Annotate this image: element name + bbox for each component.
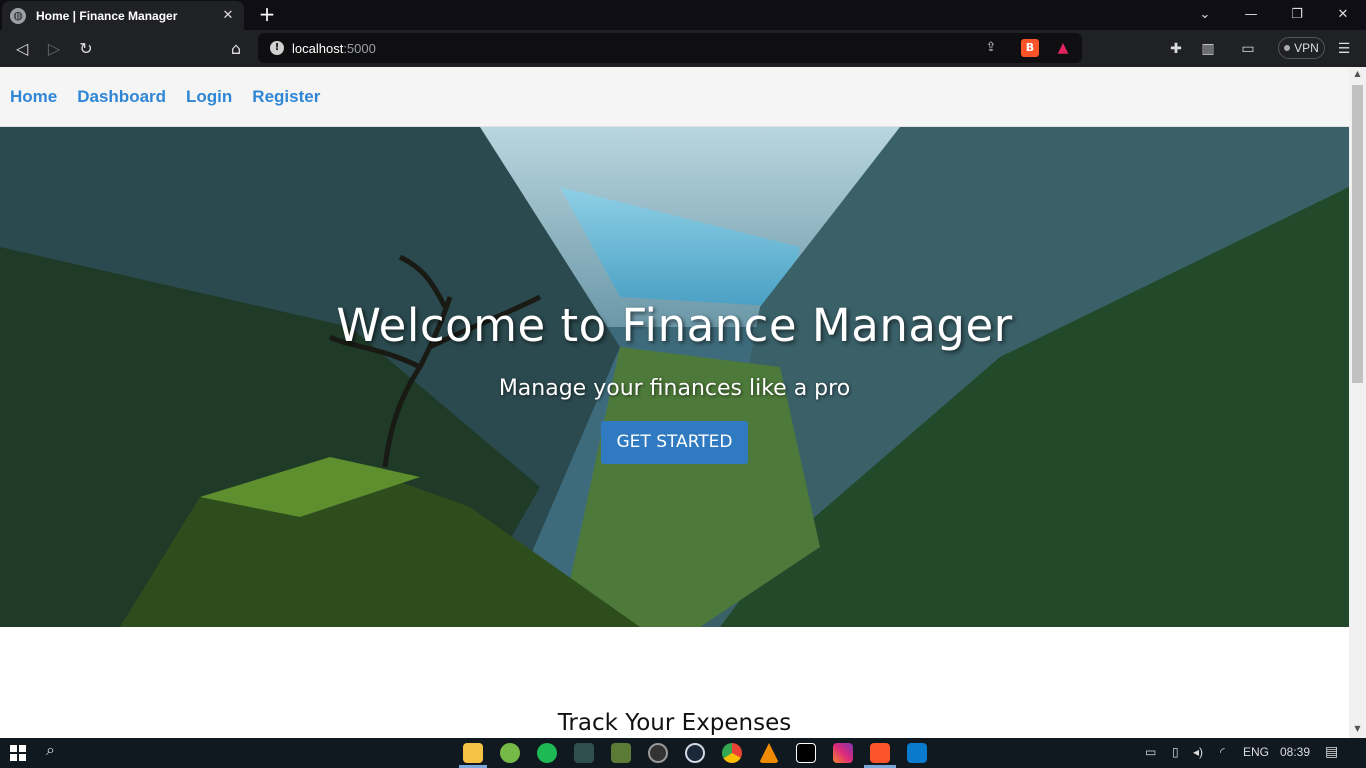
tab-title: Home | Finance Manager (36, 8, 178, 23)
browser-toolbar: ◁ ▷ ↻ ⌂ ! localhost:5000 ⇪ B ▲ ✚ ▥ ▭ VPN… (0, 30, 1366, 67)
nav-link-login[interactable]: Login (186, 87, 232, 107)
windows-taskbar: ⌕ ▭ ▯ ◂) ◜ ENG 08:39 ▤ (0, 738, 1366, 768)
file-explorer-icon[interactable] (463, 743, 483, 763)
back-icon[interactable]: ◁ (11, 38, 33, 60)
spotify-icon[interactable] (537, 743, 557, 763)
search-icon[interactable]: ⌕ (46, 742, 55, 760)
brave-rewards-icon[interactable]: ▲ (1054, 39, 1072, 57)
address-bar[interactable]: ! localhost:5000 ⇪ B ▲ (258, 33, 1082, 63)
share-icon[interactable]: ⇪ (982, 39, 1000, 57)
url-text[interactable]: localhost:5000 (292, 41, 376, 56)
track-expenses-heading: Track Your Expenses (557, 710, 792, 736)
restore-button[interactable]: ❐ (1277, 4, 1317, 26)
tab-search-icon[interactable]: ⌄ (1185, 4, 1225, 26)
vlc-icon[interactable] (759, 743, 779, 763)
wallet-icon[interactable]: ▭ (1237, 38, 1259, 60)
info-icon[interactable]: ! (270, 41, 284, 55)
site-navbar: Home Dashboard Login Register (0, 67, 1349, 127)
browser-tabbar: ◍ Home | Finance Manager ✕ + ⌄ — ❐ ✕ (0, 0, 1366, 30)
intellij-icon[interactable] (796, 743, 816, 763)
notifications-icon[interactable]: ▤ (1325, 743, 1338, 760)
volume-icon[interactable]: ◂) (1193, 745, 1203, 759)
web-page: Home Dashboard Login Register Welcome to… (0, 67, 1349, 738)
menu-icon[interactable]: ☰ (1333, 38, 1355, 60)
forward-icon[interactable]: ▷ (43, 38, 65, 60)
nav-link-dashboard[interactable]: Dashboard (77, 87, 166, 107)
minimize-button[interactable]: — (1231, 4, 1271, 26)
chrome-icon[interactable] (722, 743, 742, 763)
url-port: :5000 (343, 40, 376, 56)
git-icon[interactable] (574, 743, 594, 763)
hero-title: Welcome to Finance Manager (336, 299, 1013, 352)
vpn-button[interactable]: VPN (1278, 37, 1325, 59)
battery-icon[interactable]: ▭ (1145, 745, 1156, 759)
sidebar-icon[interactable]: ▥ (1197, 38, 1219, 60)
vpn-label: VPN (1294, 41, 1319, 55)
start-button[interactable] (10, 745, 26, 761)
new-tab-button[interactable]: + (256, 3, 278, 25)
utorrent-icon[interactable] (500, 743, 520, 763)
browser-tab[interactable]: ◍ Home | Finance Manager ✕ (2, 1, 244, 30)
language-indicator[interactable]: ENG (1243, 745, 1269, 759)
vscode-icon[interactable] (907, 743, 927, 763)
nav-link-home[interactable]: Home (10, 87, 57, 107)
brave-icon[interactable] (870, 743, 890, 763)
page-scrollbar[interactable]: ▲ ▼ (1349, 67, 1366, 738)
usb-icon[interactable]: ▯ (1172, 745, 1179, 759)
brave-shields-icon[interactable]: B (1021, 39, 1039, 57)
extensions-icon[interactable]: ✚ (1165, 38, 1187, 60)
close-window-button[interactable]: ✕ (1323, 4, 1363, 26)
nav-link-register[interactable]: Register (252, 87, 320, 107)
hero-banner: Welcome to Finance Manager Manage your f… (0, 127, 1349, 627)
url-host: localhost (292, 40, 344, 56)
instagram-icon[interactable] (833, 743, 853, 763)
hero-subtitle: Manage your finances like a pro (498, 376, 851, 401)
hero-content: Welcome to Finance Manager Manage your f… (0, 299, 1349, 464)
close-tab-icon[interactable]: ✕ (220, 8, 236, 23)
steam-icon[interactable] (685, 743, 705, 763)
vpn-status-icon (1284, 45, 1291, 51)
scroll-up-icon[interactable]: ▲ (1353, 69, 1362, 78)
scroll-down-icon[interactable]: ▼ (1353, 724, 1362, 733)
clock[interactable]: 08:39 (1280, 745, 1310, 759)
globe-icon: ◍ (10, 7, 26, 24)
bookmark-icon[interactable]: ⌂ (225, 38, 247, 60)
scroll-thumb[interactable] (1352, 85, 1363, 383)
get-started-button[interactable]: GET STARTED (601, 421, 748, 464)
minecraft-icon[interactable] (611, 743, 631, 763)
obs-icon[interactable] (648, 743, 668, 763)
reload-icon[interactable]: ↻ (75, 38, 97, 60)
wifi-icon[interactable]: ◜ (1220, 745, 1225, 759)
